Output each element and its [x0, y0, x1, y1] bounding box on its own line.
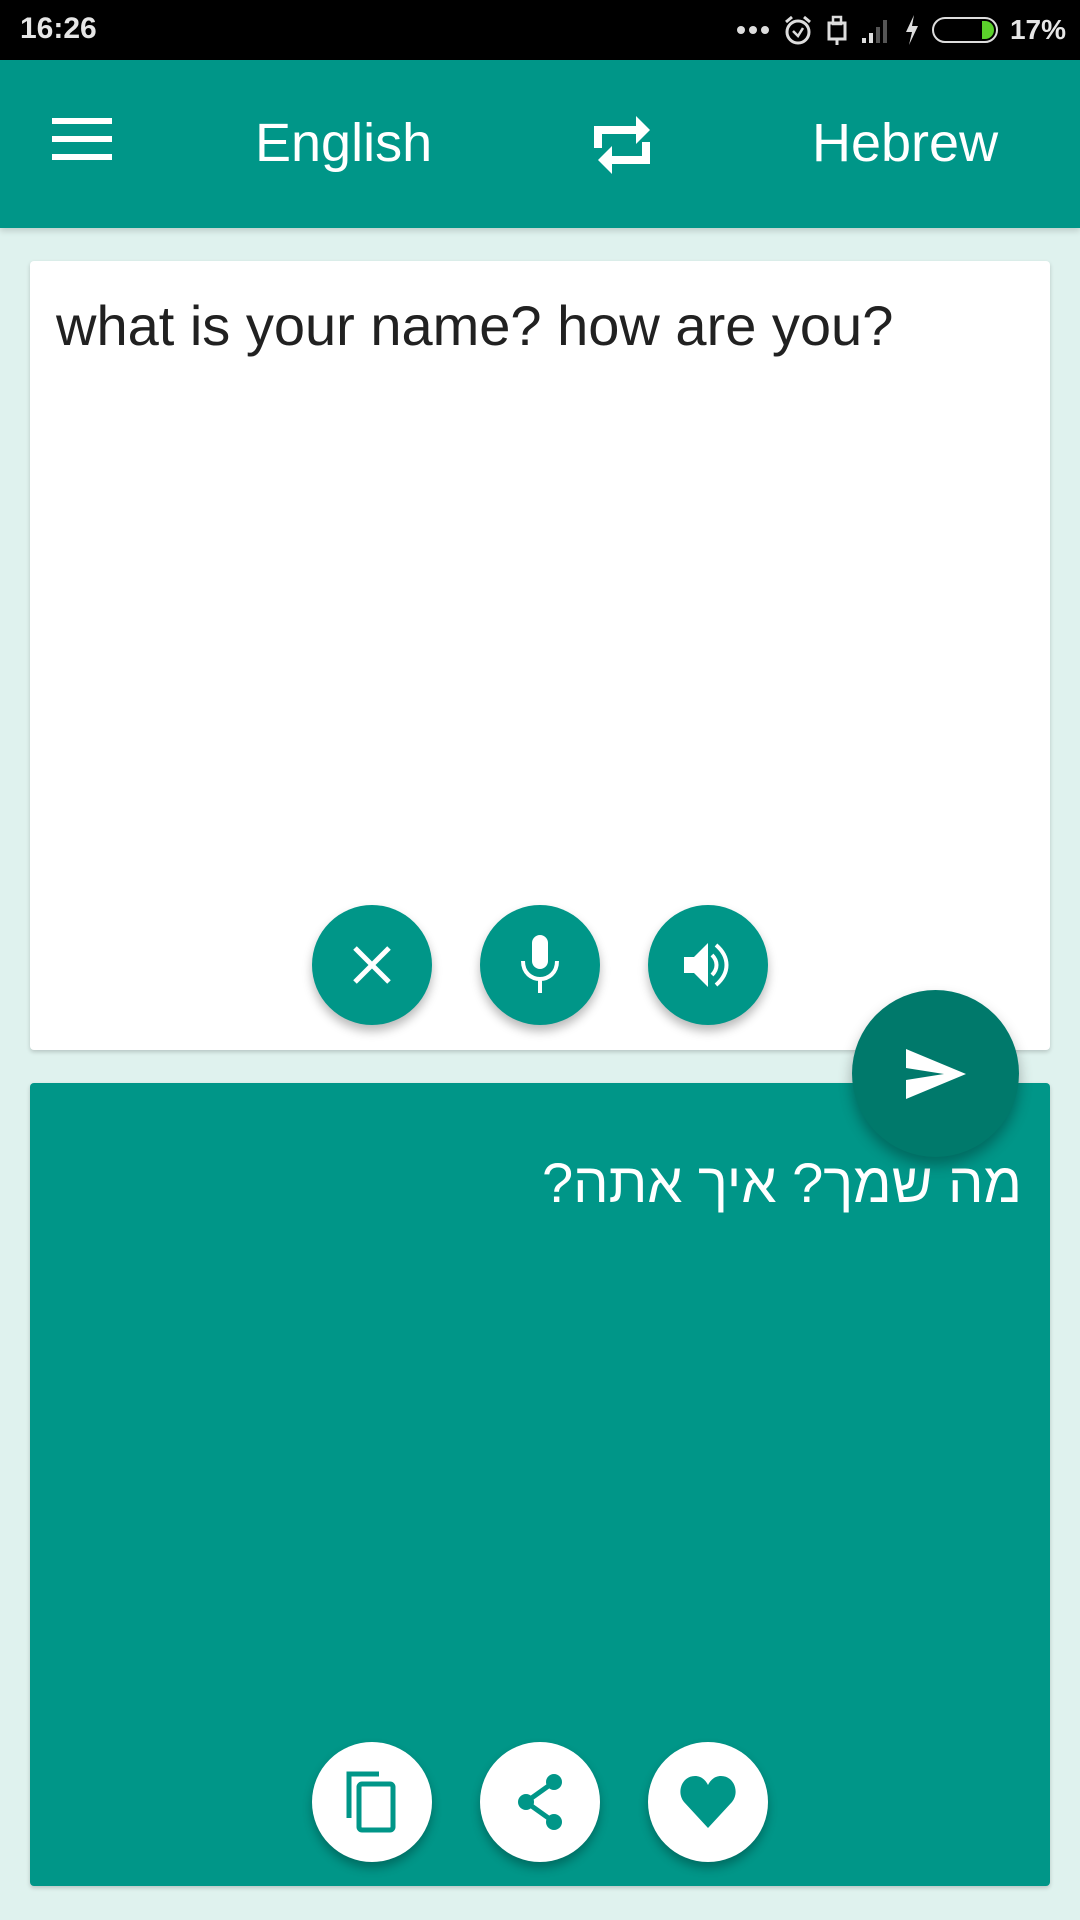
share-icon [518, 1774, 562, 1830]
microphone-icon [521, 935, 559, 993]
close-icon [353, 946, 391, 984]
hamburger-line [52, 136, 112, 142]
battery-percent: 17% [1009, 14, 1066, 45]
source-text-input[interactable]: what is your name? how are you? [56, 291, 1024, 361]
speaker-icon [684, 943, 729, 987]
alarm-icon [782, 14, 814, 46]
usb-icon [826, 14, 848, 46]
speak-button[interactable] [648, 905, 768, 1025]
input-card: what is your name? how are you? [30, 261, 1050, 1050]
translated-text: מה שמך? איך אתה? [541, 1151, 1022, 1214]
output-card: מה שמך? איך אתה? [30, 1083, 1050, 1886]
microphone-button[interactable] [480, 905, 600, 1025]
status-bar: 16:26 17% [0, 0, 1080, 60]
hamburger-menu-icon [52, 118, 112, 124]
status-icons: 17% [736, 10, 1066, 50]
target-language-selector[interactable]: Hebrew [812, 110, 998, 176]
status-time: 16:26 [20, 12, 97, 45]
heart-icon [680, 1776, 736, 1828]
battery-icon [931, 17, 998, 43]
translate-button[interactable] [852, 990, 1019, 1157]
language-toolbar: English Hebrew [0, 60, 1080, 228]
clear-button[interactable] [312, 905, 432, 1025]
send-icon [905, 1048, 966, 1099]
source-language-selector[interactable]: English [255, 110, 432, 176]
hamburger-line [52, 154, 112, 160]
share-button[interactable] [480, 1742, 600, 1862]
swap-languages-button[interactable] [592, 112, 656, 178]
copy-button[interactable] [312, 1742, 432, 1862]
signal-icon [860, 16, 892, 44]
copy-icon [346, 1771, 396, 1833]
charging-icon [904, 14, 920, 46]
menu-button[interactable] [52, 118, 112, 168]
more-dots-icon [736, 25, 770, 35]
swap-languages-icon [594, 116, 650, 174]
favorite-button[interactable] [648, 1742, 768, 1862]
